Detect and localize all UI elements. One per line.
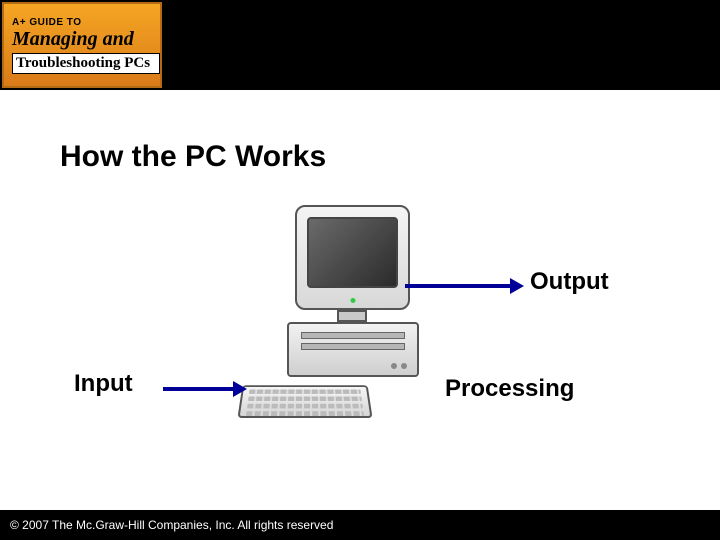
arrow-input-icon [163,381,247,397]
label-output: Output [530,268,609,296]
label-input: Input [74,370,133,398]
logo-tagline: A+ GUIDE TO [12,17,160,28]
header-bar: A+ GUIDE TO Managing and Troubleshooting… [0,0,720,90]
drive-slot [301,332,405,339]
book-logo: A+ GUIDE TO Managing and Troubleshooting… [2,2,162,88]
keyboard-icon [237,385,372,418]
monitor-screen [307,217,398,288]
slide-title: How the PC Works [60,140,326,174]
tower-buttons [391,363,407,369]
computer-illustration [265,205,435,415]
arrow-output-icon [405,278,524,294]
logo-title-line1: Managing and [12,28,160,51]
label-processing: Processing [445,375,574,403]
footer-copyright: © 2007 The Mc.Graw-Hill Companies, Inc. … [0,510,720,540]
monitor-stand [337,310,367,322]
slide-content: How the PC Works Output Input Processing [0,90,720,510]
logo-title-line2: Troubleshooting PCs [12,53,160,74]
desktop-tower-icon [287,322,419,377]
power-led-icon [350,298,355,303]
monitor-icon [295,205,410,310]
drive-slot [301,343,405,350]
